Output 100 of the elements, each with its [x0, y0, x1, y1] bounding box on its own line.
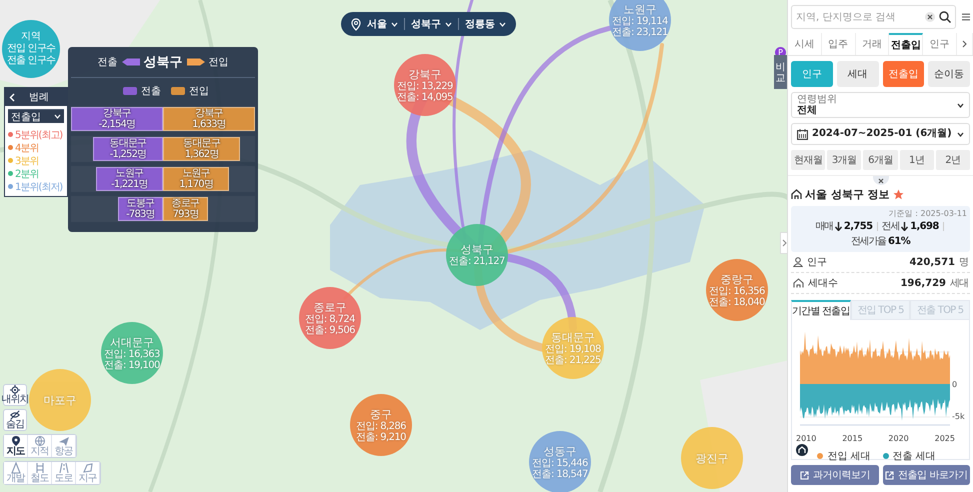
inflow-label: 전입 [208, 56, 228, 69]
arrow-icon [122, 58, 140, 66]
close-button[interactable] [872, 176, 888, 185]
outflow-value: 전출: 9,210 [356, 432, 406, 442]
compare-label: 비교 [776, 62, 786, 84]
outflow-value: 전출: 21,127 [449, 256, 505, 267]
chevron-right-icon [782, 239, 786, 247]
outflow-label: 전출 [98, 56, 118, 69]
district-title: 성북구 [144, 54, 182, 71]
legend-text: 전입 인구수 [6, 43, 56, 55]
legend-label: 5분위(최고) [15, 128, 62, 142]
period-button[interactable]: 2년 [936, 150, 970, 170]
inflow-value: 전입: 16,356 [709, 286, 765, 296]
cone-icon [10, 462, 22, 474]
axis-label: 0 [952, 380, 958, 389]
mode-toggle[interactable]: 순이동 [928, 61, 970, 87]
clear-button[interactable] [925, 12, 935, 22]
district-name: 성북구 [460, 243, 494, 256]
stat-value: 1,698 [910, 220, 939, 232]
layer-button[interactable]: 개발 [4, 462, 28, 484]
bar-label: 노원구 [116, 168, 144, 179]
legend-panel-title: 범례 [29, 91, 49, 104]
bar-value: -1,252명 [110, 149, 146, 160]
bar-label: 동대문구 [183, 138, 220, 149]
legend-label: 4분위 [15, 142, 38, 154]
age-range-dropdown[interactable]: 연령범위 전체 [791, 92, 970, 118]
period-button[interactable]: 현재월 [791, 150, 826, 170]
layer-button[interactable]: 도로 [52, 462, 76, 484]
district-name: 서대문구 [110, 336, 154, 348]
search-bar[interactable]: 지역, 단지명으로 검색 [791, 5, 956, 29]
legend-label: 2분위 [15, 168, 38, 180]
stat-value: 420,571 [909, 256, 955, 268]
star-icon[interactable] [892, 189, 904, 200]
legend-dropdown[interactable]: 전출입 [8, 109, 64, 123]
district-name: 마포구 [44, 394, 76, 406]
arrow-icon [186, 58, 204, 66]
bar-value: 1,170명 [179, 179, 214, 190]
map-type-button[interactable]: 항공 [52, 435, 76, 457]
action-button[interactable]: 과거이력보기 [791, 465, 878, 485]
bar-label: 강북구 [195, 108, 223, 119]
period-button[interactable]: 3개월 [827, 150, 862, 170]
rail-icon [34, 462, 46, 474]
inflow-value: 전입: 8,286 [356, 420, 406, 432]
map-tool-button[interactable]: 내위치 [3, 384, 27, 406]
action-button[interactable]: 전출입 바로가기 [882, 465, 970, 485]
location-dropdown[interactable]: 서울 [367, 17, 398, 31]
chart-tab[interactable]: 기간별 전출입 [791, 300, 851, 320]
outflow-value: 전출: 23,121 [612, 26, 668, 38]
legend-label: 3분위 [15, 154, 38, 168]
chevron-down-icon [957, 102, 964, 108]
inflow-value: 전입: 19,114 [612, 16, 668, 26]
legend-text: 전출 인구수 [6, 55, 56, 67]
search-icon[interactable] [939, 11, 951, 23]
district-name: 강북구 [408, 68, 442, 80]
unit-label: 명 [959, 256, 968, 269]
period-dropdown[interactable]: 2024-07~2025-01 (6개월) [791, 123, 970, 145]
period-button[interactable]: 1년 [900, 150, 934, 170]
house-icon [793, 278, 804, 288]
map-type-button[interactable]: 지적 [28, 435, 52, 457]
panel-toggle-button[interactable] [780, 232, 787, 254]
legend-title: 지역 [21, 31, 41, 43]
menu-icon[interactable] [962, 11, 970, 23]
compare-tab[interactable]: 비교 [774, 55, 787, 89]
stat-value: 2,755 [844, 220, 872, 232]
reference-date: 기준일 : 2025-03-11 [888, 208, 967, 219]
stat-label: 전세 [882, 220, 900, 233]
legend-swatch [171, 87, 185, 95]
outflow-value: 전출: 19,100 [104, 360, 160, 370]
bar-value: -783명 [126, 209, 155, 220]
outflow-value: 전출: 18,547 [532, 468, 588, 480]
bar-label: 노원구 [182, 168, 210, 179]
chevron-down-icon [499, 22, 506, 26]
dropdown-label: 연령범위 [797, 94, 837, 104]
external-link-icon [885, 470, 894, 480]
outflow-value: 전출: 18,040 [709, 296, 765, 308]
close-icon [927, 14, 933, 20]
location-dropdown[interactable]: 정릉동 [465, 17, 506, 31]
subject-toggle[interactable]: 세대 [836, 61, 878, 87]
chevron-down-icon [54, 114, 61, 119]
map-tool-button[interactable]: 숨김 [3, 409, 27, 431]
layer-button[interactable]: 철도 [28, 462, 52, 484]
back-icon[interactable] [9, 92, 15, 102]
map-type-button[interactable]: 지도 [4, 435, 28, 457]
bar-value: 793명 [172, 209, 198, 220]
outflow-value: 전출: 9,506 [305, 324, 355, 336]
district-name: 노원구 [624, 2, 656, 16]
layer-button[interactable]: 지구 [76, 462, 100, 484]
axis-label: 2010 [796, 434, 816, 443]
stat-label: 전세가율 [850, 235, 886, 248]
mode-toggle[interactable]: 전출입 [882, 61, 924, 87]
external-link-icon [800, 470, 809, 480]
subject-toggle[interactable]: 인구 [791, 61, 833, 87]
axis-label: -5k [952, 412, 965, 421]
tab[interactable]: 전출입 [889, 33, 924, 55]
road-icon [58, 462, 70, 474]
zone-icon [82, 462, 94, 474]
period-button[interactable]: 6개월 [863, 150, 898, 170]
district-name: 종로구 [314, 300, 346, 314]
location-dropdown[interactable]: 성북구 [411, 17, 452, 31]
bar-value: -1,221명 [111, 179, 148, 190]
